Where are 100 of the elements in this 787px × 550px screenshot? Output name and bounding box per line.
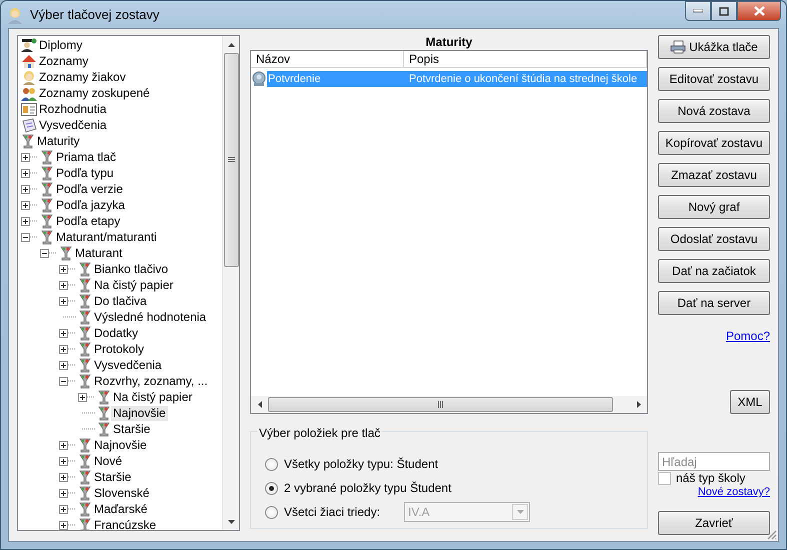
report-button[interactable]: Dať na začiatok: [658, 259, 770, 283]
expand-toggle[interactable]: [59, 296, 68, 306]
expand-toggle[interactable]: [78, 392, 87, 402]
tree-item[interactable]: Podľa etapy: [54, 214, 122, 228]
tree-item[interactable]: Rozvrhy, zoznamy, ...: [92, 374, 210, 388]
tree-item[interactable]: Maturant: [73, 246, 124, 260]
report-button[interactable]: Nová zostava: [658, 99, 770, 123]
new-reports-link[interactable]: Nové zostavy?: [698, 485, 770, 499]
vertical-scrollbar[interactable]: [222, 36, 239, 530]
report-button[interactable]: Editovať zostavu: [658, 67, 770, 91]
expand-toggle[interactable]: [59, 488, 68, 498]
scrollbar-thumb[interactable]: [268, 397, 613, 412]
tree-line: [30, 188, 38, 190]
goblet-icon: [59, 246, 73, 260]
goblet-icon: [40, 198, 54, 212]
close-dialog-button[interactable]: Zavrieť: [658, 511, 770, 535]
tree-item[interactable]: Vysvedčenia: [92, 358, 164, 372]
scroll-left-icon: [258, 401, 262, 408]
report-button[interactable]: Nový graf: [658, 195, 770, 219]
expand-toggle[interactable]: [59, 344, 68, 354]
radio-button[interactable]: [265, 458, 278, 470]
tree-line: [68, 476, 76, 478]
tree-item[interactable]: Bianko tlačivo: [92, 262, 170, 276]
expand-toggle[interactable]: [21, 168, 30, 178]
expand-toggle[interactable]: [21, 152, 30, 162]
tree-item[interactable]: Francúzske: [92, 518, 158, 530]
tree-item[interactable]: Maturant/maturanti: [54, 230, 159, 244]
goblet-icon: [97, 406, 111, 420]
maximize-button[interactable]: [711, 1, 737, 21]
tree-item[interactable]: Maturity: [35, 134, 82, 148]
column-header[interactable]: Popis: [404, 51, 647, 67]
tree-line: [49, 252, 57, 254]
tree-item[interactable]: Maďarské: [92, 502, 150, 516]
report-button[interactable]: Dať na server: [658, 291, 770, 315]
expand-toggle[interactable]: [59, 472, 68, 482]
radio-label[interactable]: Všetky položky typu: Študent: [284, 455, 438, 473]
tree-item[interactable]: Nové: [92, 454, 124, 468]
tree-item[interactable]: Diplomy: [37, 38, 84, 52]
expand-toggle[interactable]: [59, 280, 68, 290]
resize-grip-icon[interactable]: [766, 529, 777, 540]
goblet-icon: [78, 454, 92, 468]
tree-item[interactable]: Výsledné hodnotenia: [92, 310, 208, 324]
tree-item[interactable]: Staršie: [111, 422, 152, 436]
radio-label[interactable]: Všetci žiaci triedy:: [284, 503, 380, 521]
printer-icon: [670, 40, 686, 54]
tree-item[interactable]: Rozhodnutia: [37, 102, 108, 116]
tree-item[interactable]: Zoznamy zoskupené: [37, 86, 152, 100]
goblet-icon: [78, 278, 92, 292]
tree-item[interactable]: Do tlačiva: [92, 294, 149, 308]
report-button[interactable]: Kopírovať zostavu: [658, 131, 770, 155]
tree-item[interactable]: Zoznamy: [37, 54, 90, 68]
expand-toggle[interactable]: [59, 520, 68, 530]
minimize-button[interactable]: [685, 1, 711, 21]
expand-toggle[interactable]: [59, 456, 68, 466]
checkbox[interactable]: [658, 472, 671, 484]
tree-item[interactable]: Na čistý papier: [92, 278, 176, 292]
tree-item[interactable]: Najnovšie: [92, 438, 149, 452]
tree-item[interactable]: Podľa jazyka: [54, 198, 127, 212]
expand-toggle[interactable]: [21, 216, 30, 226]
expand-toggle[interactable]: [21, 232, 30, 242]
tree-item[interactable]: Podľa verzie: [54, 182, 125, 196]
search-field[interactable]: Hľadaj: [658, 452, 770, 471]
expand-toggle[interactable]: [21, 200, 30, 210]
print-preview-button[interactable]: Ukážka tlače: [658, 35, 770, 59]
tree-item[interactable]: Priama tlač: [54, 150, 118, 164]
tree-item[interactable]: Dodatky: [92, 326, 140, 340]
close-button[interactable]: [737, 1, 781, 21]
expand-toggle[interactable]: [59, 440, 68, 450]
tree-item[interactable]: Staršie: [92, 470, 134, 484]
expand-toggle[interactable]: [59, 264, 68, 274]
tree-item[interactable]: Vysvedčenia: [37, 118, 109, 132]
tree-item[interactable]: Slovenské: [92, 486, 152, 500]
radio-button[interactable]: [265, 482, 278, 494]
tree-line: [30, 236, 38, 238]
expand-toggle[interactable]: [40, 248, 49, 258]
expand-toggle[interactable]: [21, 184, 30, 194]
tree-item[interactable]: Protokoly: [92, 342, 146, 356]
expand-toggle[interactable]: [59, 376, 68, 386]
goblet-icon: [78, 294, 92, 308]
tree-item[interactable]: Na čistý papier: [111, 390, 194, 404]
expand-toggle[interactable]: [59, 328, 68, 338]
tree-line: [68, 380, 76, 382]
radio-button[interactable]: [265, 506, 278, 518]
scroll-right-icon: [636, 401, 640, 408]
xml-button[interactable]: XML: [730, 390, 770, 414]
expand-toggle[interactable]: [59, 504, 68, 514]
tree-line: [68, 444, 76, 446]
tree-item[interactable]: Zoznamy žiakov: [37, 70, 128, 84]
scrollbar-thumb[interactable]: [224, 53, 238, 267]
tree-line: [68, 460, 76, 462]
report-button[interactable]: Odoslať zostavu: [658, 227, 770, 251]
tree-item[interactable]: Podľa typu: [54, 166, 116, 180]
report-button[interactable]: Zmazať zostavu: [658, 163, 770, 187]
checkbox-label[interactable]: náš typ školy: [676, 469, 746, 487]
tree-item[interactable]: Najnovšie: [111, 406, 168, 420]
radio-label[interactable]: 2 vybrané položky typu Študent: [284, 479, 452, 497]
help-link[interactable]: Pomoc?: [726, 327, 770, 345]
expand-toggle[interactable]: [59, 360, 68, 370]
column-header[interactable]: Názov: [251, 51, 404, 67]
horizontal-scrollbar[interactable]: [251, 396, 647, 413]
